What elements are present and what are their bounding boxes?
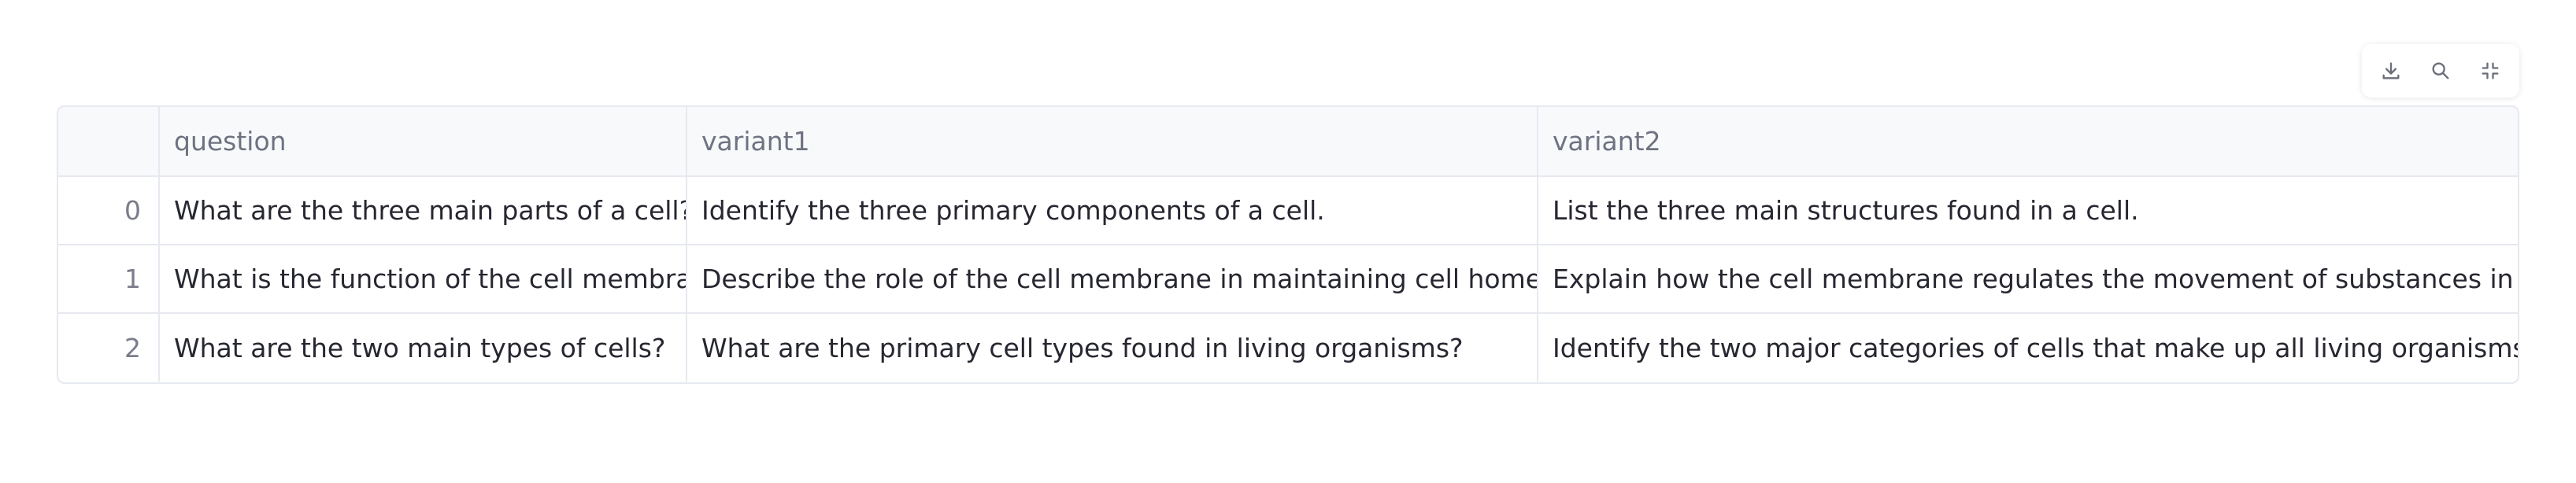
variant2-cell[interactable]: Explain how the cell membrane regulates … — [1538, 245, 2518, 314]
question-cell[interactable]: What are the two main types of cells? — [159, 313, 687, 382]
table-row: 2 What are the two main types of cells? … — [58, 313, 2518, 382]
row-index-cell[interactable]: 0 — [58, 176, 160, 245]
variant1-cell[interactable]: What are the primary cell types found in… — [687, 313, 1538, 382]
header-row: question variant1 variant2 — [58, 107, 2518, 177]
question-cell[interactable]: What is the function of the cell membran… — [159, 245, 687, 314]
column-header-variant2[interactable]: variant2 — [1538, 107, 2518, 177]
index-column-header[interactable] — [58, 107, 160, 177]
table-row: 0 What are the three main parts of a cel… — [58, 176, 2518, 245]
question-cell[interactable]: What are the three main parts of a cell? — [159, 176, 687, 245]
collapse-icon — [2482, 62, 2499, 79]
variant2-cell[interactable]: List the three main structures found in … — [1538, 176, 2518, 245]
download-button[interactable] — [2371, 50, 2411, 91]
collapse-button[interactable] — [2470, 50, 2511, 91]
table-row: 1 What is the function of the cell membr… — [58, 245, 2518, 314]
row-index-cell[interactable]: 1 — [58, 245, 160, 314]
dataframe-grid[interactable]: question variant1 variant2 0 What are th… — [57, 105, 2519, 384]
download-icon — [2382, 62, 2400, 79]
variant1-cell[interactable]: Identify the three primary components of… — [687, 176, 1538, 245]
search-button[interactable] — [2420, 50, 2461, 91]
dataframe-toolbar — [2362, 44, 2519, 98]
variant2-cell[interactable]: Identify the two major categories of cel… — [1538, 313, 2518, 382]
column-header-question[interactable]: question — [159, 107, 687, 177]
column-header-variant1[interactable]: variant1 — [687, 107, 1538, 177]
row-index-cell[interactable]: 2 — [58, 313, 160, 382]
data-table: question variant1 variant2 0 What are th… — [58, 107, 2518, 382]
variant1-cell[interactable]: Describe the role of the cell membrane i… — [687, 245, 1538, 314]
search-icon — [2432, 62, 2449, 79]
